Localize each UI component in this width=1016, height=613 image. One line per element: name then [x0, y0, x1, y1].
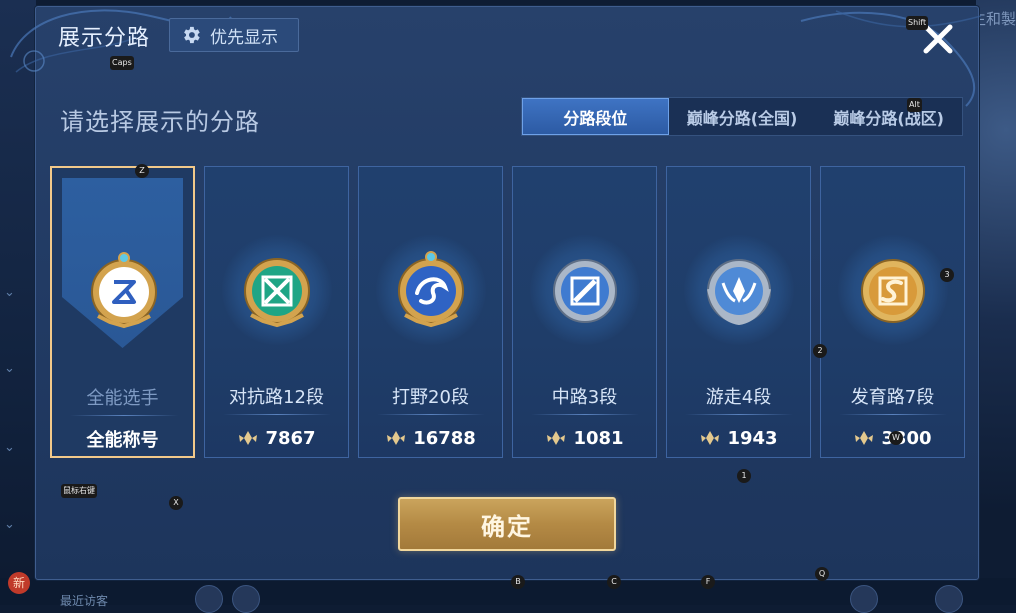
card-footer: 16788 — [359, 423, 502, 453]
divider — [70, 415, 178, 416]
background-left-panel — [0, 0, 36, 605]
key-hint-badge: Alt — [907, 98, 922, 112]
lane-card-clash[interactable]: 对抗路12段 7867 — [204, 166, 349, 458]
lane-card-mid[interactable]: 中路3段 1081 — [512, 166, 657, 458]
key-hint-badge: B — [511, 575, 525, 589]
key-hint-badge: 2 — [813, 344, 827, 358]
card-footer: 7867 — [205, 423, 348, 453]
key-hint-badge: 3 — [940, 268, 954, 282]
mid-lane-emblem-icon — [553, 259, 617, 323]
lane-card-jungle[interactable]: 打野20段 16788 — [358, 166, 503, 458]
card-title: 游走4段 — [705, 387, 772, 408]
gear-icon — [184, 26, 200, 44]
key-hint-badge: 鼠标右键 — [61, 484, 97, 498]
lane-select-heading: 请选择展示的分路 — [60, 108, 260, 136]
chevron-down-icon[interactable]: ⌄ — [4, 441, 18, 455]
lane-tab-bar: 分路段位 巅峰分路(全国) 巅峰分路(战区) — [521, 97, 963, 136]
background-right-panel — [976, 0, 1016, 605]
peak-score-icon — [239, 431, 258, 445]
card-title: 中路3段 — [551, 387, 618, 408]
dialog-title: 展示分路 — [58, 26, 151, 51]
tab-lane-rank[interactable]: 分路段位 — [522, 98, 669, 135]
card-footer: 1943 — [667, 423, 810, 453]
priority-display-button[interactable]: 优先显示 — [169, 18, 299, 52]
tab-peak-national[interactable]: 巅峰分路(全国) — [669, 98, 816, 135]
lane-score: 16788 — [413, 427, 476, 449]
avatar[interactable] — [195, 585, 223, 613]
peak-score-icon — [387, 431, 406, 445]
lane-score: 7867 — [265, 427, 316, 449]
card-title: 全能选手 — [86, 388, 159, 409]
card-title: 打野20段 — [392, 387, 469, 408]
divider — [377, 414, 485, 415]
confirm-button[interactable]: 确定 — [398, 497, 616, 551]
new-badge: 新 — [8, 572, 30, 594]
peak-score-icon — [855, 431, 874, 445]
card-footer: 1081 — [513, 423, 656, 453]
key-hint-badge: Shift — [906, 16, 929, 30]
clash-lane-emblem-icon — [244, 258, 310, 328]
lane-score: 1081 — [573, 427, 624, 449]
key-hint-badge: Caps — [110, 56, 134, 70]
card-title: 发育路7段 — [850, 387, 935, 408]
divider — [685, 414, 793, 415]
lane-card-farm[interactable]: 发育路7段 3300 — [820, 166, 965, 458]
avatar[interactable] — [232, 585, 260, 613]
lane-card-allround[interactable]: 全能选手 全能称号 — [50, 166, 195, 458]
key-hint-badge: F — [701, 575, 715, 589]
action-button[interactable] — [850, 585, 878, 613]
display-lane-dialog: 展示分路 优先显示 请选择展示的分路 分路段位 巅峰分路(全国) 巅峰分路(战区… — [10, 6, 982, 580]
card-title: 对抗路12段 — [229, 387, 324, 408]
card-footer: 全能称号 — [52, 424, 193, 454]
tab-peak-region[interactable]: 巅峰分路(战区) — [815, 98, 962, 135]
play-button[interactable] — [935, 585, 963, 613]
roam-emblem-icon — [707, 259, 771, 326]
jungle-emblem-icon — [398, 251, 464, 328]
key-hint-badge: Z — [135, 164, 149, 178]
lane-card-roam[interactable]: 游走4段 1943 — [666, 166, 811, 458]
key-hint-badge: 1 — [737, 469, 751, 483]
farm-lane-emblem-icon — [861, 259, 925, 323]
allround-title-label: 全能称号 — [86, 430, 159, 451]
key-hint-badge: W — [889, 431, 903, 445]
peak-score-icon — [701, 431, 720, 445]
chevron-down-icon[interactable]: ⌄ — [4, 286, 18, 300]
key-hint-badge: Q — [815, 567, 829, 581]
key-hint-badge: X — [169, 496, 183, 510]
key-hint-badge: C — [607, 575, 621, 589]
chevron-down-icon[interactable]: ⌄ — [4, 518, 18, 532]
allround-emblem-icon — [91, 252, 157, 329]
divider — [839, 414, 947, 415]
priority-display-label: 优先显示 — [210, 27, 278, 48]
recent-visitors-label: 最近访客 — [60, 594, 109, 608]
divider — [531, 414, 639, 415]
divider — [223, 414, 331, 415]
lane-score: 1943 — [727, 427, 778, 449]
chevron-down-icon[interactable]: ⌄ — [4, 362, 18, 376]
peak-score-icon — [547, 431, 566, 445]
